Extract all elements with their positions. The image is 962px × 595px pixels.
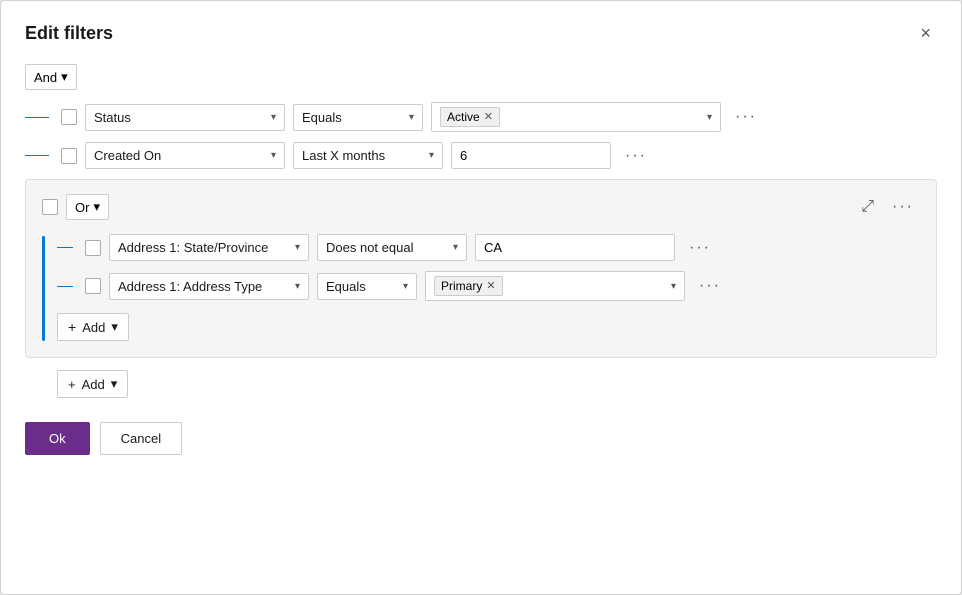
- value-tag-status: Active ✕: [440, 107, 500, 127]
- and-group-label: And: [34, 70, 57, 85]
- inner-field-label-address-type: Address 1: Address Type: [118, 279, 262, 294]
- inner-value-field-address-type[interactable]: Primary ✕ ▾: [425, 271, 685, 301]
- collapse-button[interactable]: ⤢: [857, 194, 878, 220]
- inner-field-chevron-state: ▾: [295, 242, 300, 253]
- dialog-footer: Ok Cancel: [25, 422, 937, 455]
- or-group: Or ▾ ⤢ ···: [25, 179, 937, 358]
- inner-value-input-state[interactable]: CA: [475, 234, 675, 261]
- main-add-button[interactable]: + Add ▾: [57, 370, 128, 398]
- inner-remove-tag-address-type[interactable]: ✕: [486, 281, 495, 292]
- main-add-label: Add: [82, 377, 105, 392]
- value-field-status[interactable]: Active ✕ ▾: [431, 102, 721, 132]
- inner-condition-select-state[interactable]: Does not equal ▾: [317, 234, 467, 261]
- inner-line-2: [57, 286, 73, 287]
- edit-filters-dialog: Edit filters × And ▾ Status ▾ Equals ▾: [0, 0, 962, 595]
- inner-add-label: Add: [82, 320, 105, 335]
- inner-more-button-address-type[interactable]: ···: [693, 273, 727, 299]
- condition-chevron-status: ▾: [409, 112, 414, 123]
- inner-connector-1: [57, 247, 77, 248]
- inner-connector-2: [57, 286, 77, 287]
- inner-value-chevron-address-type: ▾: [671, 281, 676, 292]
- inner-filter-row-state: Address 1: State/Province ▾ Does not equ…: [57, 234, 920, 261]
- or-group-chevron: ▾: [93, 199, 100, 215]
- connector-line-2: [25, 155, 49, 156]
- or-group-header: Or ▾ ⤢ ···: [42, 194, 920, 220]
- inner-condition-label-address-type: Equals: [326, 279, 366, 294]
- filter-row-status: Status ▾ Equals ▾ Active ✕ ▾ ···: [25, 102, 937, 132]
- connector-stub-1: [25, 117, 61, 118]
- inner-condition-chevron-state: ▾: [453, 242, 458, 253]
- or-group-vline: [42, 236, 45, 341]
- inner-filter-row-address-type: Address 1: Address Type ▾ Equals ▾ Prima…: [57, 271, 920, 301]
- field-select-created-on[interactable]: Created On ▾: [85, 142, 285, 169]
- field-label-created-on: Created On: [94, 148, 161, 163]
- remove-tag-status[interactable]: ✕: [484, 112, 493, 123]
- or-group-checkbox[interactable]: [42, 199, 58, 215]
- dialog-title: Edit filters: [25, 23, 113, 44]
- inner-condition-chevron-address-type: ▾: [403, 281, 408, 292]
- ok-button[interactable]: Ok: [25, 422, 90, 455]
- connector-line-1: [25, 117, 49, 118]
- or-group-label: Or: [75, 200, 89, 215]
- main-add-chevron: ▾: [111, 376, 118, 392]
- field-chevron-status: ▾: [271, 112, 276, 123]
- field-label-status: Status: [94, 110, 131, 125]
- inner-value-tag-label-address-type: Primary: [441, 279, 482, 293]
- field-select-status[interactable]: Status ▾: [85, 104, 285, 131]
- cancel-button[interactable]: Cancel: [100, 422, 182, 455]
- main-add-plus-icon: +: [68, 377, 76, 392]
- condition-chevron-created-on: ▾: [429, 150, 434, 161]
- inner-add-chevron: ▾: [111, 319, 118, 335]
- condition-label-created-on: Last X months: [302, 148, 385, 163]
- inner-field-chevron-address-type: ▾: [295, 281, 300, 292]
- inner-add-plus-icon: +: [68, 319, 76, 335]
- filter-checkbox-status[interactable]: [61, 109, 77, 125]
- connector-stub-2: [25, 155, 61, 156]
- or-group-left: Or ▾: [42, 194, 109, 220]
- more-button-status[interactable]: ···: [729, 104, 763, 130]
- inner-line-1: [57, 247, 73, 248]
- inner-value-tag-address-type: Primary ✕: [434, 276, 503, 296]
- and-group-chevron: ▾: [61, 69, 68, 85]
- inner-condition-label-state: Does not equal: [326, 240, 413, 255]
- close-button[interactable]: ×: [914, 21, 937, 46]
- dialog-header: Edit filters ×: [25, 21, 937, 46]
- filter-row-created-on: Created On ▾ Last X months ▾ 6 ···: [25, 142, 937, 169]
- condition-select-created-on[interactable]: Last X months ▾: [293, 142, 443, 169]
- condition-select-status[interactable]: Equals ▾: [293, 104, 423, 131]
- or-group-body: Address 1: State/Province ▾ Does not equ…: [42, 234, 920, 341]
- inner-checkbox-address-type[interactable]: [85, 278, 101, 294]
- inner-field-select-address-type[interactable]: Address 1: Address Type ▾: [109, 273, 309, 300]
- inner-field-label-state: Address 1: State/Province: [118, 240, 268, 255]
- value-input-created-on[interactable]: 6: [451, 142, 611, 169]
- field-chevron-created-on: ▾: [271, 150, 276, 161]
- inner-add-button[interactable]: + Add ▾: [57, 313, 129, 341]
- more-button-created-on[interactable]: ···: [619, 143, 653, 169]
- more-button-or-group[interactable]: ···: [886, 194, 920, 220]
- inner-checkbox-state[interactable]: [85, 240, 101, 256]
- or-group-button[interactable]: Or ▾: [66, 194, 109, 220]
- or-group-content: Address 1: State/Province ▾ Does not equ…: [57, 234, 920, 341]
- filter-checkbox-created-on[interactable]: [61, 148, 77, 164]
- inner-condition-select-address-type[interactable]: Equals ▾: [317, 273, 417, 300]
- value-tag-label-status: Active: [447, 110, 480, 124]
- inner-more-button-state[interactable]: ···: [683, 235, 717, 261]
- and-group-button[interactable]: And ▾: [25, 64, 77, 90]
- value-chevron-status: ▾: [707, 112, 712, 123]
- inner-field-select-state[interactable]: Address 1: State/Province ▾: [109, 234, 309, 261]
- or-group-right: ⤢ ···: [857, 194, 920, 220]
- condition-label-status: Equals: [302, 110, 342, 125]
